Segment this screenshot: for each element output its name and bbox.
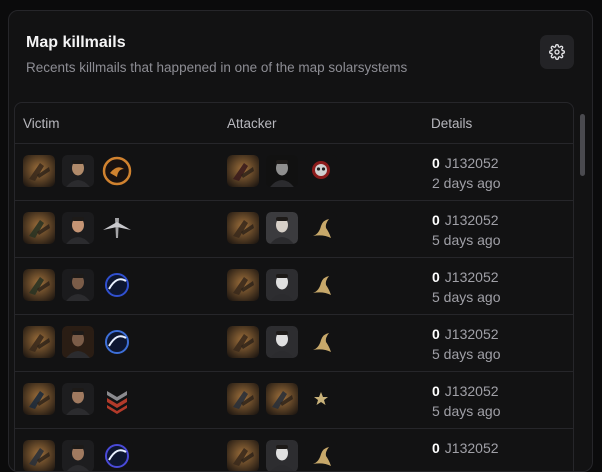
attacker-pilot-portrait-icon[interactable]	[266, 269, 298, 301]
time-ago: 5 days ago	[432, 403, 501, 419]
details-cell: 0 J132052 5 days ago	[432, 210, 501, 250]
attacker-pilot-portrait-icon[interactable]	[266, 326, 298, 358]
solar-system-link[interactable]: J132052	[445, 326, 499, 342]
attacker-cell	[227, 212, 337, 244]
attacker-corporation-logo-icon[interactable]	[305, 326, 337, 358]
isk-value: 0	[432, 212, 440, 228]
time-ago: 5 days ago	[432, 289, 501, 305]
table-row[interactable]: 0 J132052 2 days ago	[15, 144, 573, 201]
time-ago: 2 days ago	[432, 175, 501, 191]
isk-value: 0	[432, 326, 440, 342]
table-body: 0 J132052 2 days ago 0 J132052 5 days ago 0 J13…	[15, 144, 573, 472]
victim-cell	[23, 383, 133, 415]
settings-button[interactable]	[540, 35, 574, 69]
victim-ship-icon[interactable]	[23, 326, 55, 358]
victim-pilot-portrait-icon[interactable]	[62, 269, 94, 301]
attacker-ship-icon[interactable]	[227, 155, 259, 187]
victim-column-header: Victim	[23, 116, 60, 131]
attacker-corporation-logo-icon[interactable]	[305, 440, 337, 472]
details-column-header: Details	[431, 116, 473, 131]
victim-cell	[23, 326, 133, 358]
attacker-ship-icon[interactable]	[227, 326, 259, 358]
attacker-column-header: Attacker	[227, 116, 277, 131]
isk-value: 0	[432, 440, 440, 456]
victim-cell	[23, 440, 133, 472]
details-cell: 0 J132052	[432, 438, 499, 458]
details-cell: 0 J132052 5 days ago	[432, 381, 501, 421]
attacker-ship-icon[interactable]	[227, 440, 259, 472]
attacker-ship-icon[interactable]	[227, 212, 259, 244]
victim-cell	[23, 212, 133, 244]
attacker-corporation-logo-icon[interactable]	[305, 155, 337, 187]
victim-pilot-portrait-icon[interactable]	[62, 383, 94, 415]
panel-subtitle: Recents killmails that happened in one o…	[26, 60, 408, 75]
scrollbar-thumb[interactable]	[580, 114, 585, 176]
victim-corporation-logo-icon[interactable]	[101, 383, 133, 415]
attacker-pilot-portrait-icon[interactable]	[266, 155, 298, 187]
attacker-cell	[227, 155, 337, 187]
victim-pilot-portrait-icon[interactable]	[62, 155, 94, 187]
victim-corporation-logo-icon[interactable]	[101, 155, 133, 187]
details-cell: 0 J132052 5 days ago	[432, 324, 501, 364]
victim-pilot-portrait-icon[interactable]	[62, 212, 94, 244]
victim-corporation-logo-icon[interactable]	[101, 326, 133, 358]
time-ago: 5 days ago	[432, 232, 501, 248]
attacker-cell	[227, 269, 337, 301]
table-row[interactable]: 0 J132052 5 days ago	[15, 372, 573, 429]
table-row[interactable]: 0 J132052 5 days ago	[15, 258, 573, 315]
attacker-corporation-logo-icon[interactable]	[305, 383, 337, 415]
attacker-pilot-portrait-icon[interactable]	[266, 212, 298, 244]
gear-icon	[549, 44, 565, 60]
attacker-cell	[227, 383, 337, 415]
killmails-table: Victim Attacker Details 0 J132052 2 days a…	[14, 102, 574, 472]
details-cell: 0 J132052 2 days ago	[432, 153, 501, 193]
victim-ship-icon[interactable]	[23, 440, 55, 472]
panel-title: Map killmails	[26, 34, 126, 51]
victim-pilot-portrait-icon[interactable]	[62, 440, 94, 472]
victim-corporation-logo-icon[interactable]	[101, 269, 133, 301]
victim-pilot-portrait-icon[interactable]	[62, 326, 94, 358]
time-ago: 5 days ago	[432, 346, 501, 362]
solar-system-link[interactable]: J132052	[445, 440, 499, 456]
attacker-cell	[227, 326, 337, 358]
solar-system-link[interactable]: J132052	[445, 212, 499, 228]
attacker-ship-icon[interactable]	[227, 383, 259, 415]
attacker-corporation-logo-icon[interactable]	[305, 212, 337, 244]
victim-cell	[23, 155, 133, 187]
victim-ship-icon[interactable]	[23, 212, 55, 244]
table-row[interactable]: 0 J132052 5 days ago	[15, 201, 573, 258]
isk-value: 0	[432, 269, 440, 285]
victim-ship-icon[interactable]	[23, 269, 55, 301]
attacker-cell	[227, 440, 337, 472]
details-cell: 0 J132052 5 days ago	[432, 267, 501, 307]
attacker-ship-icon[interactable]	[227, 269, 259, 301]
attacker-pilot-portrait-icon[interactable]	[266, 440, 298, 472]
attacker-ship-icon[interactable]	[266, 383, 298, 415]
victim-corporation-logo-icon[interactable]	[101, 212, 133, 244]
map-killmails-panel: Map killmails Recents killmails that hap…	[8, 10, 593, 472]
isk-value: 0	[432, 155, 440, 171]
solar-system-link[interactable]: J132052	[445, 155, 499, 171]
victim-corporation-logo-icon[interactable]	[101, 440, 133, 472]
victim-cell	[23, 269, 133, 301]
isk-value: 0	[432, 383, 440, 399]
table-row[interactable]: 0 J132052 5 days ago	[15, 315, 573, 372]
victim-ship-icon[interactable]	[23, 155, 55, 187]
victim-ship-icon[interactable]	[23, 383, 55, 415]
attacker-corporation-logo-icon[interactable]	[305, 269, 337, 301]
table-header: Victim Attacker Details	[15, 103, 573, 144]
solar-system-link[interactable]: J132052	[445, 383, 499, 399]
solar-system-link[interactable]: J132052	[445, 269, 499, 285]
